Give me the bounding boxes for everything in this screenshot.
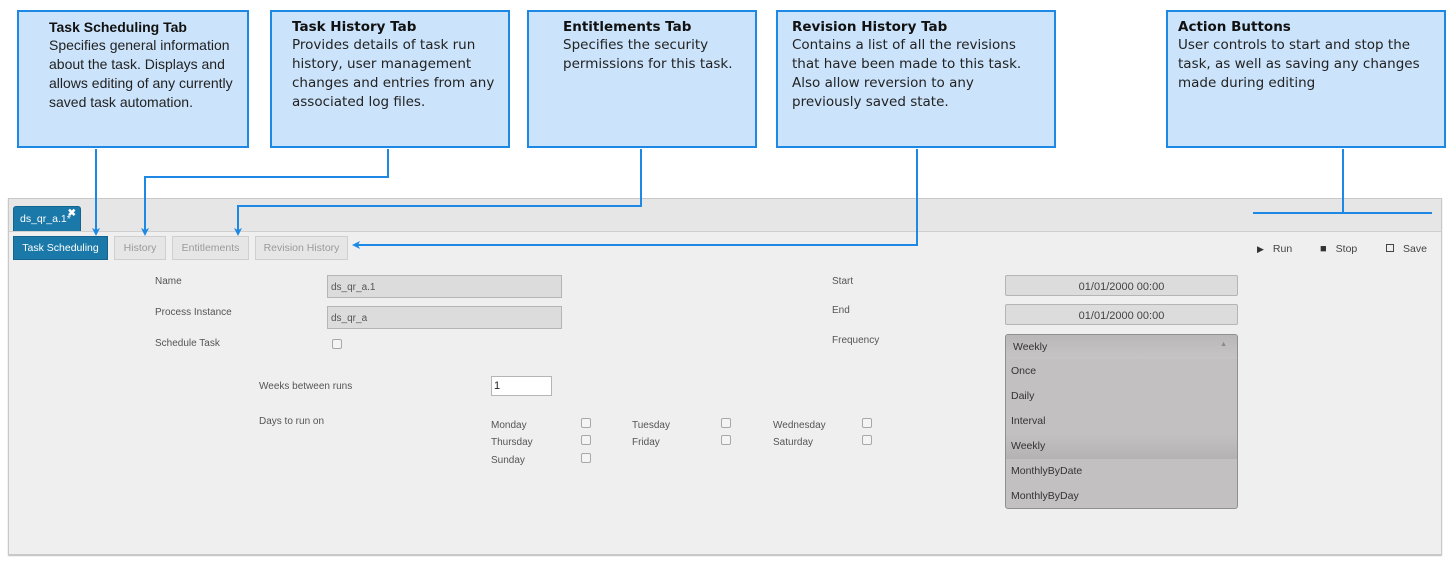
- day-label-saturday: Saturday: [773, 437, 814, 448]
- day-label-thursday: Thursday: [491, 437, 533, 448]
- day-checkbox-tuesday[interactable]: [721, 418, 731, 428]
- schedule-task-label: Schedule Task: [155, 338, 220, 349]
- document-tab[interactable]: ds_qr_a.1* ✖: [13, 206, 81, 231]
- callout-title: Task History Tab: [292, 19, 417, 35]
- day-label-sunday: Sunday: [491, 455, 525, 466]
- frequency-option-interval[interactable]: Interval: [1006, 409, 1237, 434]
- day-label-wednesday: Wednesday: [773, 420, 826, 431]
- callout-body: Specifies general information about the …: [49, 37, 233, 110]
- day-checkbox-monday[interactable]: [581, 418, 591, 428]
- end-datetime-field[interactable]: 01/01/2000 00:00: [1005, 304, 1238, 325]
- frequency-option-once[interactable]: Once: [1006, 359, 1237, 384]
- callout-body: Provides details of task run history, us…: [292, 37, 495, 110]
- frequency-option-daily[interactable]: Daily: [1006, 384, 1237, 409]
- callout-title: Entitlements Tab: [563, 19, 692, 35]
- weeks-between-runs-label: Weeks between runs: [259, 381, 353, 392]
- save-label: Save: [1403, 243, 1427, 255]
- days-to-run-on-label: Days to run on: [259, 416, 325, 427]
- callout-entitlements: Entitlements Tab Specifies the security …: [527, 10, 757, 148]
- task-editor-panel: ds_qr_a.1* ✖ Task Scheduling History Ent…: [8, 198, 1442, 555]
- start-label: Start: [832, 276, 854, 287]
- day-checkbox-wednesday[interactable]: [862, 418, 872, 428]
- stop-button[interactable]: ■ Stop: [1320, 243, 1357, 255]
- frequency-label: Frequency: [832, 335, 880, 346]
- callout-title: Task Scheduling Tab: [49, 19, 187, 35]
- schedule-task-checkbox[interactable]: [332, 339, 342, 349]
- day-checkbox-thursday[interactable]: [581, 435, 591, 445]
- day-label-friday: Friday: [632, 437, 660, 448]
- close-icon[interactable]: ✖: [68, 208, 76, 219]
- play-icon: ▶: [1257, 244, 1264, 254]
- callout-title: Revision History Tab: [792, 19, 948, 35]
- document-tab-label: ds_qr_a.1: [20, 213, 67, 225]
- frequency-dropdown[interactable]: Weekly ▲ Once Daily Interval Weekly Mont…: [1005, 334, 1238, 509]
- document-tab-bar: ds_qr_a.1* ✖: [9, 199, 1441, 232]
- callout-body: Contains a list of all the revisions tha…: [792, 37, 1022, 110]
- name-label: Name: [155, 276, 182, 287]
- process-instance-field[interactable]: ds_qr_a: [327, 306, 562, 329]
- process-instance-label: Process Instance: [155, 307, 232, 318]
- callout-action-buttons: Action Buttons User controls to start an…: [1166, 10, 1446, 148]
- tab-task-scheduling[interactable]: Task Scheduling: [13, 236, 108, 260]
- save-icon: [1386, 244, 1394, 252]
- run-label: Run: [1272, 243, 1293, 255]
- day-checkbox-sunday[interactable]: [581, 453, 591, 463]
- callout-body: Specifies the security permissions for t…: [563, 37, 733, 72]
- day-checkbox-saturday[interactable]: [862, 435, 872, 445]
- save-button[interactable]: Save: [1386, 243, 1427, 255]
- tab-entitlements[interactable]: Entitlements: [172, 236, 249, 260]
- tab-history[interactable]: History: [114, 236, 166, 260]
- frequency-option-weekly[interactable]: Weekly: [1006, 434, 1237, 459]
- stop-label: Stop: [1335, 243, 1358, 255]
- day-label-monday: Monday: [491, 420, 527, 431]
- start-datetime-field[interactable]: 01/01/2000 00:00: [1005, 275, 1238, 296]
- weeks-between-runs-input[interactable]: 1: [491, 376, 552, 396]
- callout-title: Action Buttons: [1178, 19, 1291, 35]
- day-label-tuesday: Tuesday: [632, 420, 670, 431]
- callout-body: User controls to start and stop the task…: [1178, 37, 1420, 91]
- caret-up-icon: ▲: [1220, 341, 1227, 348]
- run-button[interactable]: ▶ Run: [1257, 243, 1292, 255]
- frequency-option-monthly-by-date[interactable]: MonthlyByDate: [1006, 459, 1237, 484]
- frequency-option-monthly-by-day[interactable]: MonthlyByDay: [1006, 484, 1237, 508]
- end-label: End: [832, 305, 850, 316]
- callout-revision-history: Revision History Tab Contains a list of …: [776, 10, 1056, 148]
- callout-task-history: Task History Tab Provides details of tas…: [270, 10, 510, 148]
- frequency-selected[interactable]: Weekly ▲: [1006, 335, 1237, 359]
- tab-revision-history[interactable]: Revision History: [255, 236, 348, 260]
- name-field[interactable]: ds_qr_a.1: [327, 275, 562, 298]
- frequency-selected-value: Weekly: [1013, 341, 1048, 353]
- day-checkbox-friday[interactable]: [721, 435, 731, 445]
- stop-icon: ■: [1320, 243, 1327, 255]
- callout-task-scheduling: Task Scheduling Tab Specifies general in…: [17, 10, 249, 148]
